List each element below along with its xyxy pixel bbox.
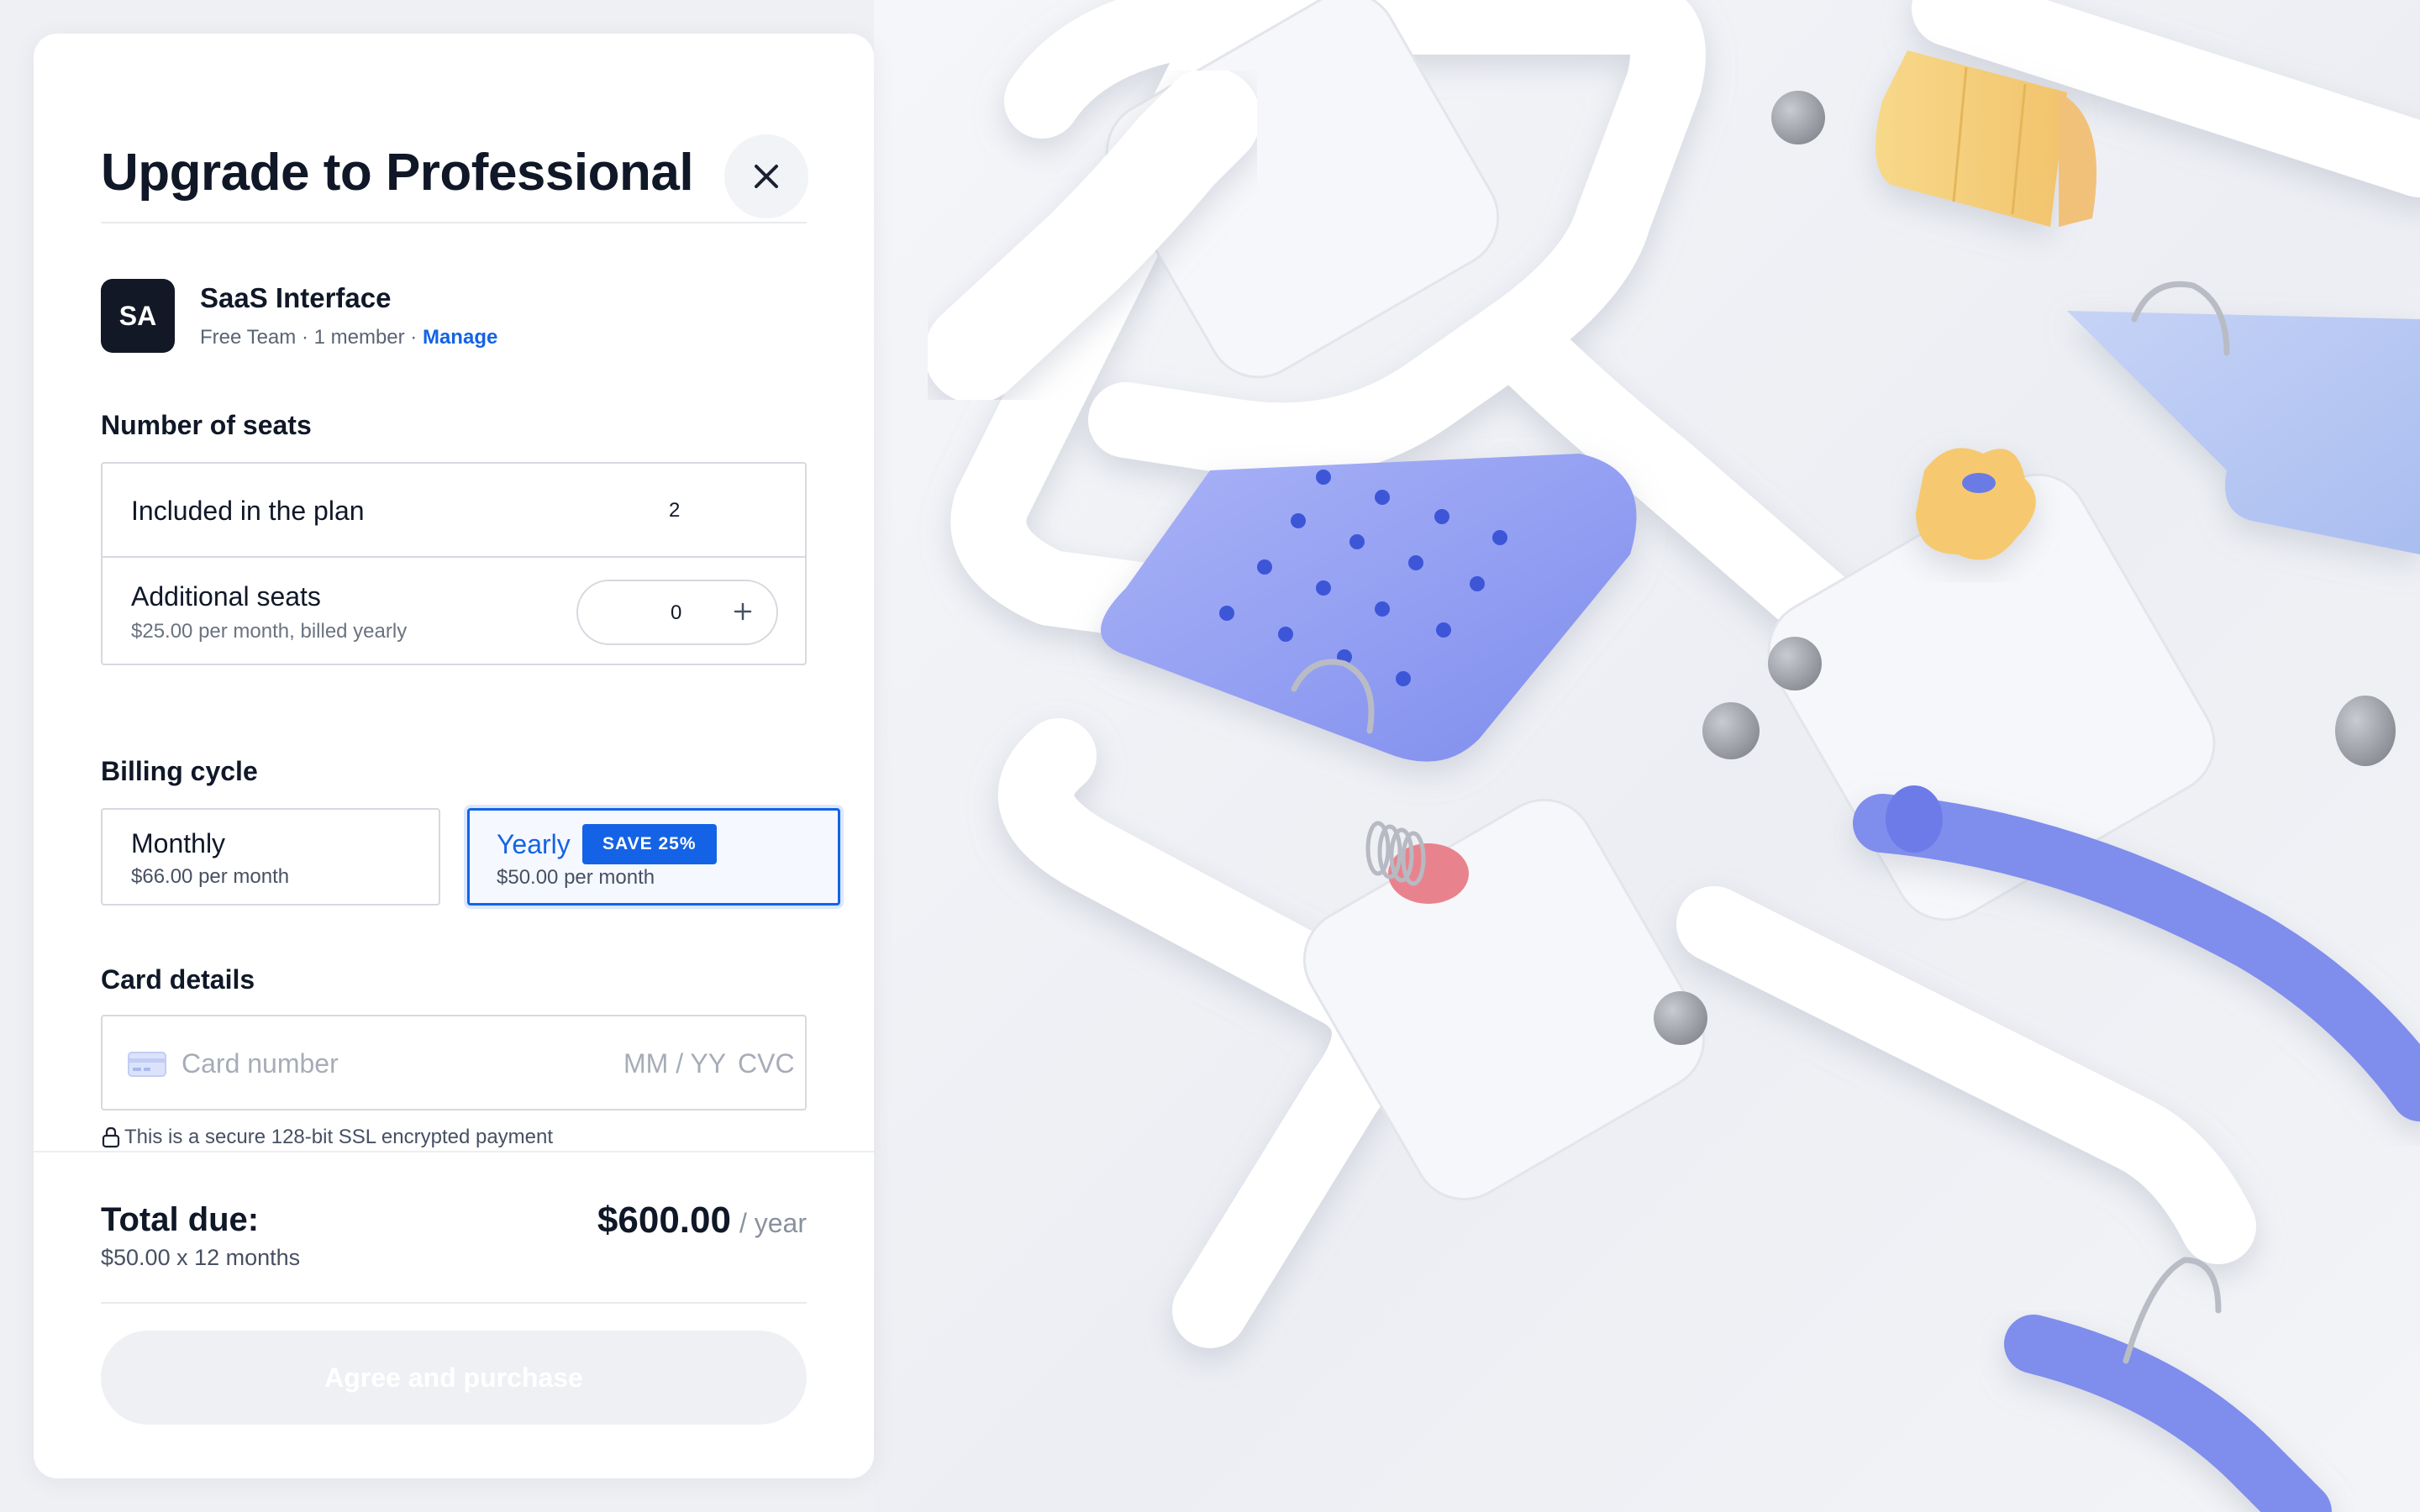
total-amount-value: $600.00 [597,1200,731,1241]
purchase-button[interactable]: Agree and purchase [101,1331,807,1425]
total-amount: $600.00 / year [597,1200,807,1242]
modal-header: Upgrade to Professional [101,101,808,218]
team-info: SA SaaS Interface Free Team · 1 member ·… [101,279,807,354]
included-seats-value: 2 [669,499,681,522]
billing-monthly-price: $66.00 per month [131,865,290,888]
team-avatar: SA [101,279,175,353]
close-button[interactable] [724,134,808,218]
additional-seats-value[interactable]: 0 [671,601,681,625]
plus-button[interactable] [728,596,758,627]
modal-title: Upgrade to Professional [101,144,694,202]
additional-seats-stepper[interactable]: 0 [576,580,778,645]
billing-yearly-price: $50.00 per month [497,866,655,889]
plus-icon [734,602,752,621]
secure-note-text: This is a secure 128-bit SSL encrypted p… [124,1126,554,1148]
additional-seats-price: $25.00 per month, billed yearly [131,620,408,643]
billing-section-label: Billing cycle [101,756,258,786]
header-divider [101,222,807,223]
included-seats-label: Included in the plan [131,496,365,526]
seats-box: Included in the plan 2 Additional seats … [101,462,807,665]
close-icon [755,165,778,188]
footer-divider [34,1151,874,1152]
total-label: Total due: [101,1201,260,1238]
billing-option-monthly[interactable]: Monthly $66.00 per month [101,808,440,906]
card-number-input[interactable]: Card number [182,1048,339,1079]
secure-payment-note: This is a secure 128-bit SSL encrypted p… [101,1126,553,1149]
manage-link[interactable]: Manage [423,326,497,349]
billing-yearly-name: Yearly [497,829,571,859]
credit-card-icon [128,1052,166,1077]
included-seats-row: Included in the plan 2 [103,464,805,558]
card-section-label: Card details [101,964,255,995]
billing-monthly-name: Monthly [131,828,226,858]
card-expiry-input[interactable]: MM / YY [623,1048,726,1079]
abstract-3d-illustration [924,0,2420,1512]
team-name: SaaS Interface [200,282,392,313]
additional-seats-label: Additional seats [131,581,321,612]
card-cvc-input[interactable]: CVC [738,1048,795,1079]
team-meta: Free Team · 1 member · Manage [200,326,497,349]
save-badge: SAVE 25% [582,824,717,864]
card-details-field[interactable]: Card number MM / YY CVC [101,1015,807,1110]
lock-icon [102,1126,120,1148]
team-meta-text: Free Team · 1 member · [200,326,423,349]
total-breakdown: $50.00 x 12 months [101,1245,301,1270]
upgrade-modal: Upgrade to Professional SA SaaS Interfac… [34,34,874,1478]
seats-section-label: Number of seats [101,410,312,440]
footer-bottom-divider [101,1302,807,1304]
billing-option-yearly[interactable]: Yearly SAVE 25% $50.00 per month [467,808,840,906]
total-amount-period: / year [739,1208,807,1238]
hero-illustration [874,0,2420,1512]
